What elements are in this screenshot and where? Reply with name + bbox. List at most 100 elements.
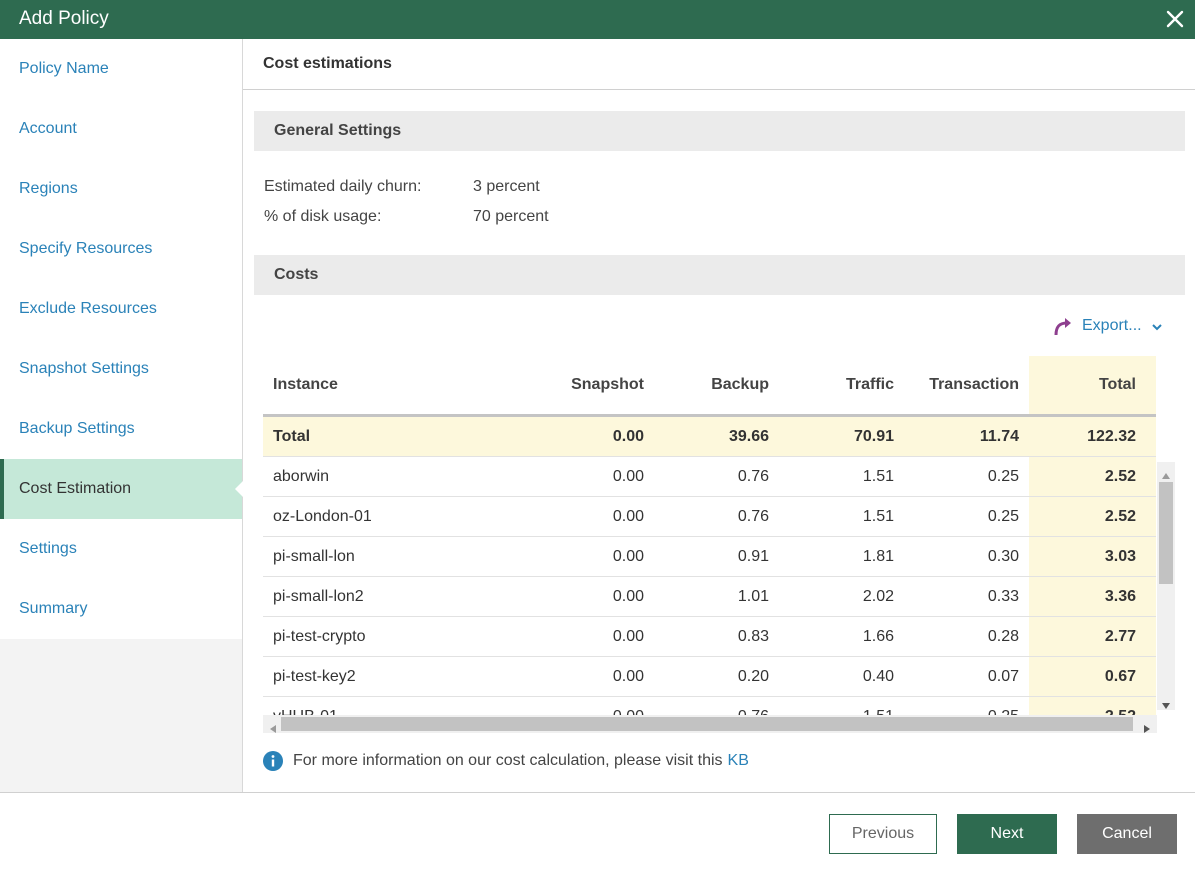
- sidebar-item-label: Specify Resources: [19, 240, 153, 257]
- sidebar-item-summary[interactable]: Summary: [0, 579, 242, 639]
- cell-traffic: 2.02: [862, 587, 894, 605]
- cell-instance: pi-small-lon: [273, 547, 355, 565]
- sidebar-item-cost-estimation[interactable]: Cost Estimation: [0, 459, 243, 519]
- scroll-down-icon[interactable]: [1162, 697, 1170, 709]
- cell-traffic: 70.91: [853, 427, 894, 445]
- cell-total: 2.52: [1104, 507, 1136, 525]
- cell-snapshot: 0.00: [612, 667, 644, 685]
- cell-traffic: 0.40: [862, 667, 894, 685]
- disk-usage-row: % of disk usage: 70 percent: [264, 208, 549, 226]
- column-header-traffic[interactable]: Traffic: [769, 376, 894, 394]
- horizontal-scroll-thumb[interactable]: [281, 717, 1133, 731]
- export-button[interactable]: Export...: [1052, 314, 1163, 338]
- sidebar-item-policy-name[interactable]: Policy Name: [0, 39, 242, 99]
- section-heading: General Settings: [274, 122, 402, 139]
- table-row[interactable]: pi-small-lon2 0.00 1.01 2.02 0.33 3.36: [263, 577, 1156, 617]
- cell-transaction: 0.28: [987, 627, 1019, 645]
- sidebar-item-specify-resources[interactable]: Specify Resources: [0, 219, 242, 279]
- vertical-scroll-thumb[interactable]: [1159, 482, 1173, 584]
- chevron-down-icon: [1151, 320, 1163, 332]
- vertical-scrollbar[interactable]: [1157, 462, 1175, 710]
- sidebar-item-regions[interactable]: Regions: [0, 159, 242, 219]
- page-header: Cost estimations: [243, 39, 1195, 90]
- dialog-title: Add Policy: [19, 8, 109, 29]
- table-row[interactable]: pi-test-key2 0.00 0.20 0.40 0.07 0.67: [263, 657, 1156, 697]
- sidebar-item-backup-settings[interactable]: Backup Settings: [0, 399, 242, 459]
- cell-backup: 0.76: [737, 507, 769, 525]
- cell-transaction: 0.25: [987, 507, 1019, 525]
- info-text: For more information on our cost calcula…: [293, 752, 723, 769]
- export-label: Export...: [1082, 317, 1142, 334]
- export-arrow-icon: [1052, 315, 1074, 337]
- cost-info-note: For more information on our cost calcula…: [263, 751, 749, 771]
- cell-instance: oz-London-01: [273, 507, 372, 525]
- cell-transaction: 0.25: [987, 467, 1019, 485]
- table-header-row: Instance Snapshot Backup Traffic Transac…: [263, 356, 1156, 417]
- horizontal-scrollbar[interactable]: [263, 715, 1157, 733]
- scroll-left-icon[interactable]: [269, 720, 277, 738]
- scroll-right-icon[interactable]: [1143, 720, 1151, 738]
- cell-instance: pi-test-key2: [273, 667, 356, 685]
- cell-total: 3.36: [1104, 587, 1136, 605]
- sidebar-item-settings[interactable]: Settings: [0, 519, 242, 579]
- column-header-backup[interactable]: Backup: [644, 376, 769, 394]
- cell-backup: 39.66: [728, 427, 769, 445]
- table-row[interactable]: pi-small-lon 0.00 0.91 1.81 0.30 3.03: [263, 537, 1156, 577]
- column-header-transaction[interactable]: Transaction: [894, 376, 1019, 394]
- cell-total: 122.32: [1087, 427, 1136, 445]
- sidebar-item-label: Cost Estimation: [19, 480, 132, 497]
- cell-total: 3.03: [1104, 547, 1136, 565]
- sidebar-item-label: Summary: [19, 600, 88, 617]
- kb-link[interactable]: KB: [728, 752, 749, 770]
- cell-transaction: 0.07: [987, 667, 1019, 685]
- column-header-snapshot[interactable]: Snapshot: [433, 376, 644, 394]
- main-panel: Cost estimations General Settings Estima…: [243, 39, 1195, 792]
- sidebar-item-label: Backup Settings: [19, 420, 135, 437]
- costs-section: Costs: [254, 255, 1185, 295]
- sidebar-item-exclude-resources[interactable]: Exclude Resources: [0, 279, 242, 339]
- costs-table: Instance Snapshot Backup Traffic Transac…: [263, 356, 1177, 733]
- sidebar-item-label: Exclude Resources: [19, 300, 157, 317]
- general-settings-section: General Settings: [254, 111, 1185, 151]
- cell-instance: pi-small-lon2: [273, 587, 364, 605]
- next-button[interactable]: Next: [957, 814, 1057, 854]
- info-icon: [263, 751, 283, 771]
- wizard-sidebar: Policy Name Account Regions Specify Reso…: [0, 39, 243, 792]
- title-bar: Add Policy: [0, 0, 1195, 39]
- table-row[interactable]: aborwin 0.00 0.76 1.51 0.25 2.52: [263, 457, 1156, 497]
- column-header-instance[interactable]: Instance: [263, 376, 433, 394]
- daily-churn-row: Estimated daily churn: 3 percent: [264, 178, 540, 196]
- cell-snapshot: 0.00: [612, 547, 644, 565]
- wizard-steps: Policy Name Account Regions Specify Reso…: [0, 39, 243, 639]
- cell-instance: Total: [273, 427, 311, 445]
- cell-instance: aborwin: [273, 467, 330, 485]
- cell-snapshot: 0.00: [612, 507, 644, 525]
- cell-traffic: 1.51: [862, 507, 894, 525]
- table-row[interactable]: pi-test-crypto 0.00 0.83 1.66 0.28 2.77: [263, 617, 1156, 657]
- page-title: Cost estimations: [263, 55, 392, 72]
- sidebar-item-label: Snapshot Settings: [19, 360, 149, 377]
- sidebar-item-account[interactable]: Account: [0, 99, 242, 159]
- cell-total: 2.77: [1104, 627, 1136, 645]
- cell-traffic: 1.81: [862, 547, 894, 565]
- disk-usage-label: % of disk usage:: [264, 208, 382, 225]
- table-row[interactable]: oz-London-01 0.00 0.76 1.51 0.25 2.52: [263, 497, 1156, 537]
- daily-churn-label: Estimated daily churn:: [264, 178, 422, 195]
- cell-transaction: 0.33: [987, 587, 1019, 605]
- cell-total: 2.52: [1104, 467, 1136, 485]
- total-row: Total 0.00 39.66 70.91 11.74 122.32: [263, 417, 1156, 457]
- add-policy-dialog: Add Policy Policy Name Account Regions S…: [0, 0, 1195, 871]
- cell-traffic: 1.51: [862, 467, 894, 485]
- close-icon[interactable]: [1164, 5, 1186, 33]
- cancel-button[interactable]: Cancel: [1077, 814, 1177, 854]
- previous-button[interactable]: Previous: [829, 814, 937, 854]
- sidebar-item-snapshot-settings[interactable]: Snapshot Settings: [0, 339, 242, 399]
- cell-snapshot: 0.00: [612, 627, 644, 645]
- sidebar-item-label: Account: [19, 120, 77, 137]
- cell-total: 0.67: [1104, 667, 1136, 685]
- cell-transaction: 0.30: [987, 547, 1019, 565]
- disk-usage-value: 70 percent: [473, 208, 549, 225]
- column-header-total[interactable]: Total: [1019, 376, 1146, 394]
- scroll-up-icon[interactable]: [1162, 467, 1170, 479]
- cell-traffic: 1.66: [862, 627, 894, 645]
